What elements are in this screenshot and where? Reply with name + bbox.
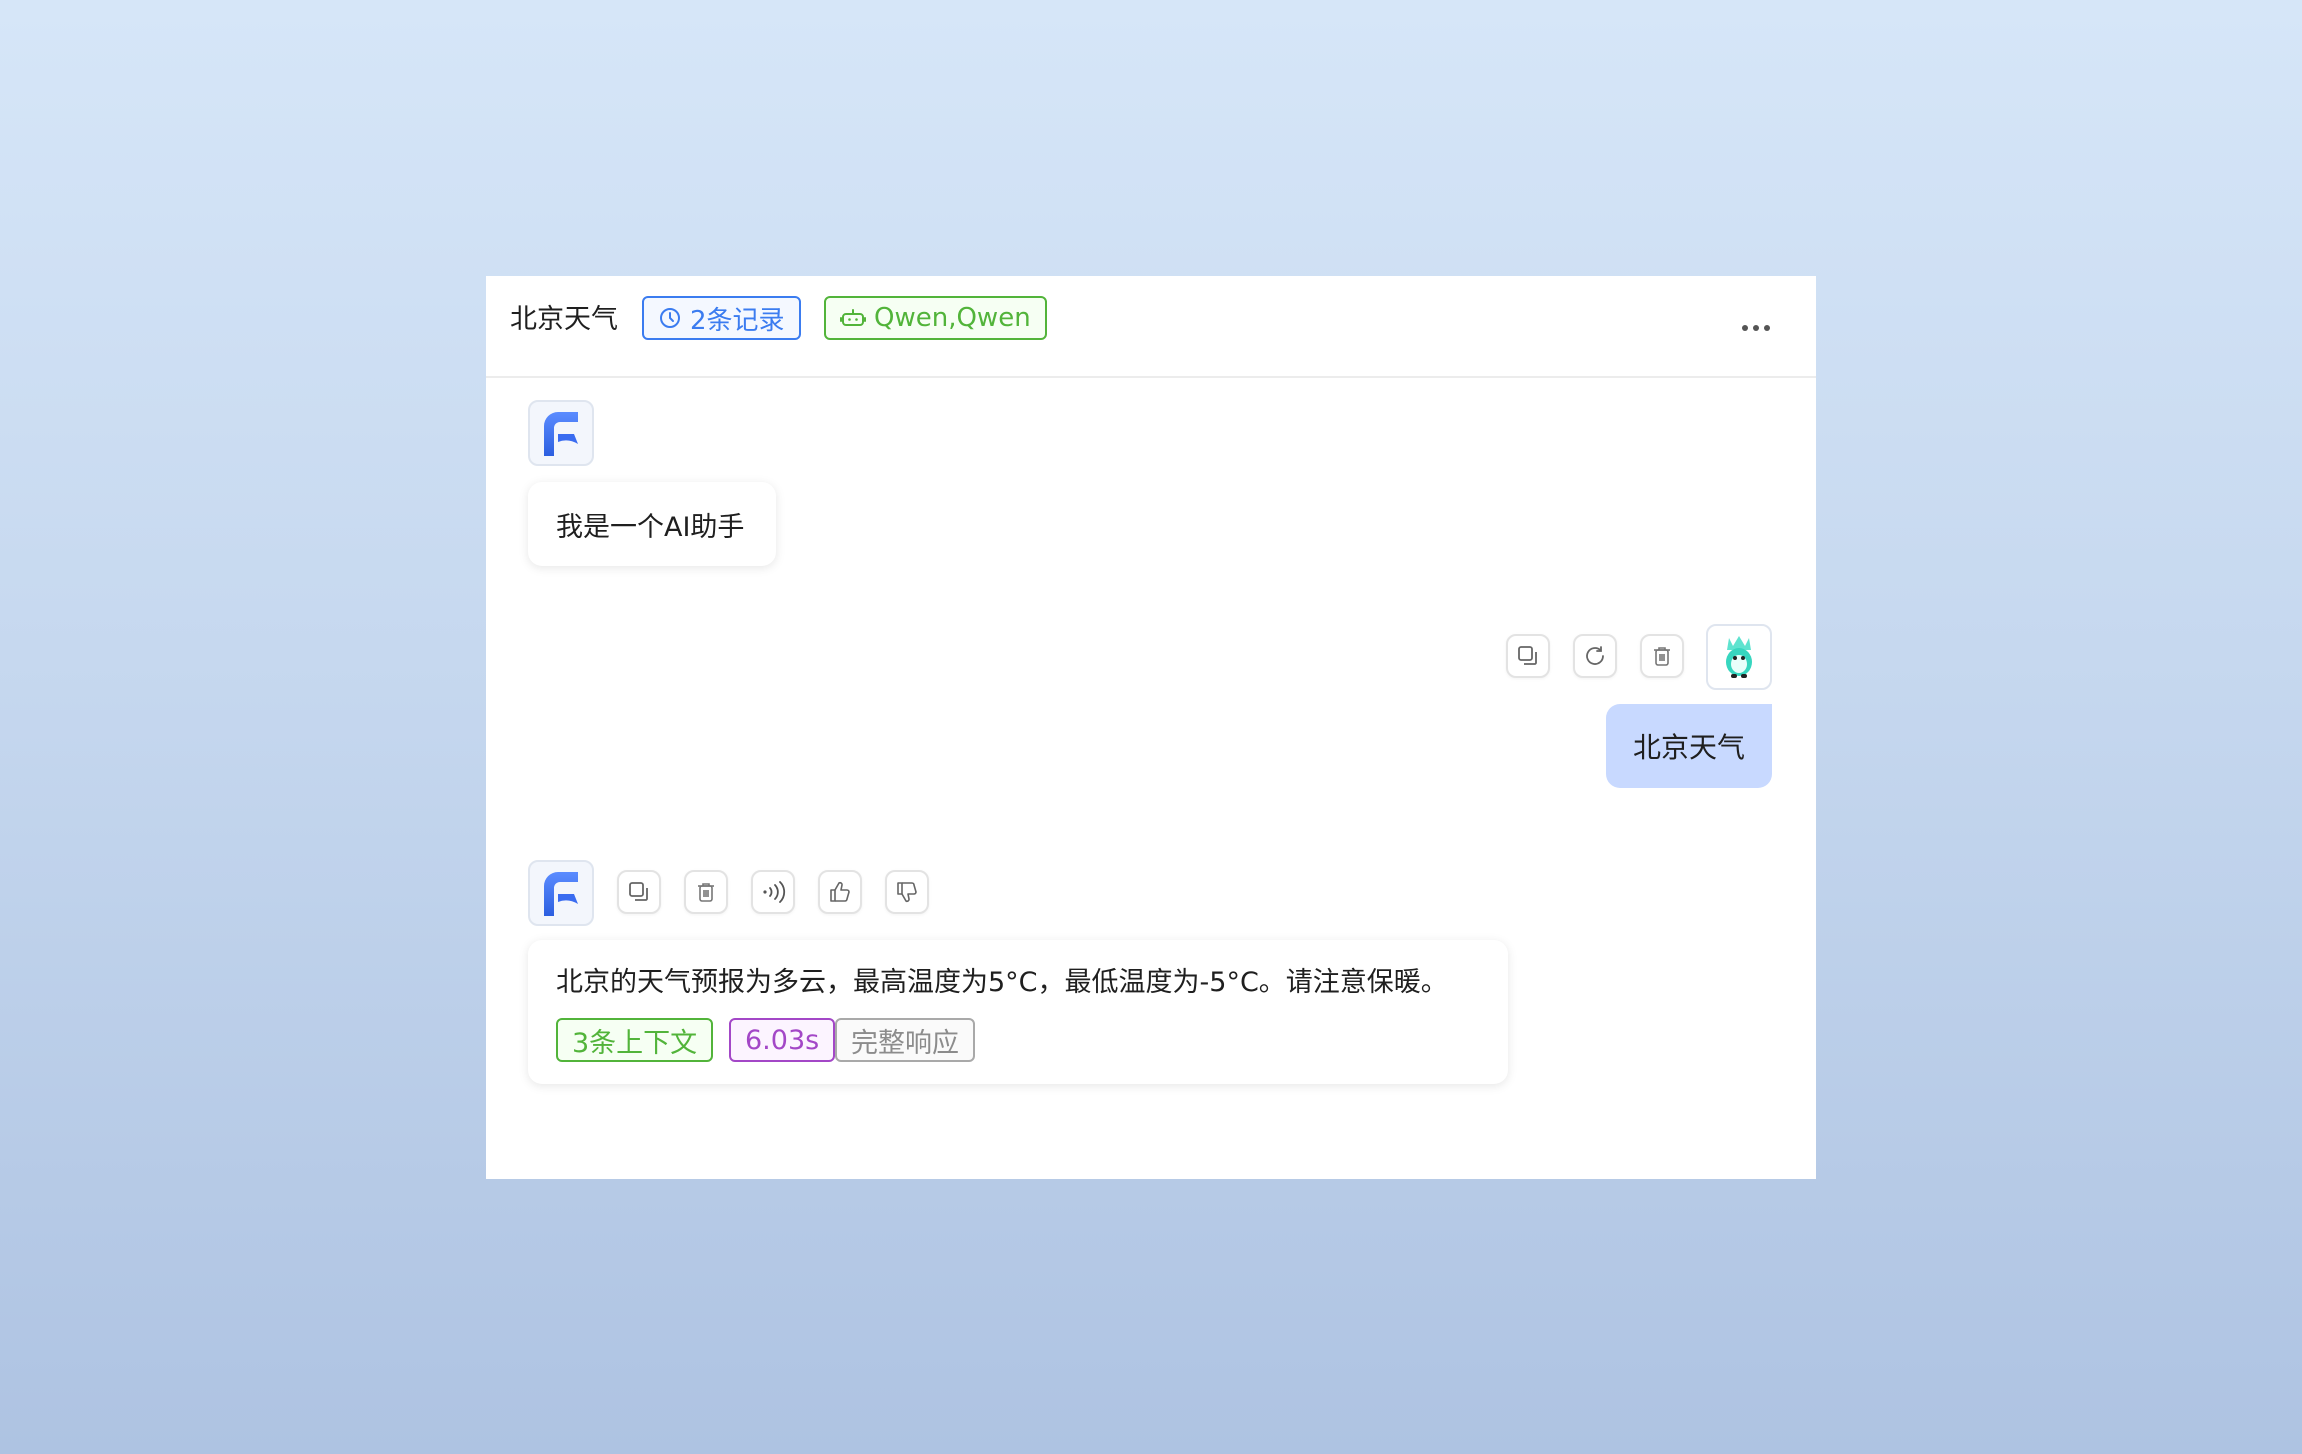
more-options-icon[interactable] <box>1736 308 1776 348</box>
assistant-message-bubble: 我是一个AI助手 <box>528 482 776 566</box>
assistant-answer-bubble: 北京的天气预报为多云，最高温度为5°C，最低温度为-5°C。请注意保暖。 3条上… <box>528 940 1508 1084</box>
context-tag[interactable]: 3条上下文 <box>556 1018 714 1062</box>
read-aloud-button[interactable] <box>751 870 795 914</box>
assistant-answer-text: 北京的天气预报为多云，最高温度为5°C，最低温度为-5°C。请注意保暖。 <box>556 967 1448 998</box>
like-button[interactable] <box>818 870 862 914</box>
speaker-waves-icon <box>763 881 786 903</box>
trash-icon <box>1654 647 1670 666</box>
user-avatar <box>1706 624 1772 690</box>
models-tag-label: Qwen,Qwen <box>874 303 1031 333</box>
delete-button-2[interactable] <box>684 870 728 914</box>
records-tag-label: 2条记录 <box>690 305 785 336</box>
robot-icon <box>840 307 866 329</box>
user-message-bubble: 北京天气 <box>1606 704 1772 788</box>
regenerate-button[interactable] <box>1573 634 1617 678</box>
copy-button-2[interactable] <box>617 870 661 914</box>
thumbs-down-icon <box>897 882 917 903</box>
full-response-tag[interactable]: 完整响应 <box>835 1018 975 1062</box>
clock-icon <box>658 306 682 330</box>
copy-icon <box>1518 646 1537 665</box>
duration-tag: 6.03s <box>729 1018 836 1062</box>
copy-icon <box>629 882 648 901</box>
chat-title: 北京天气 <box>510 304 618 335</box>
user-message-text: 北京天气 <box>1632 731 1745 764</box>
chat-window: 北京天气 2条记录 Qwen,Qwen 我是一个AI助手 北京天气 北京的天气预… <box>486 276 1816 1179</box>
delete-button[interactable] <box>1640 634 1684 678</box>
trash-icon <box>698 883 714 902</box>
refresh-icon <box>1586 646 1604 665</box>
assistant-avatar <box>528 400 594 466</box>
dislike-button[interactable] <box>885 870 929 914</box>
assistant-logo-icon <box>544 872 578 916</box>
copy-button[interactable] <box>1506 634 1550 678</box>
assistant-logo-icon <box>544 412 578 456</box>
assistant-message-text: 我是一个AI助手 <box>556 511 745 543</box>
models-tag[interactable]: Qwen,Qwen <box>824 296 1047 340</box>
user-avatar-icon <box>1726 636 1752 678</box>
records-tag[interactable]: 2条记录 <box>642 296 801 340</box>
assistant-avatar-2 <box>528 860 594 926</box>
thumbs-up-icon <box>830 881 850 902</box>
chat-header: 北京天气 2条记录 Qwen,Qwen <box>486 276 1816 378</box>
